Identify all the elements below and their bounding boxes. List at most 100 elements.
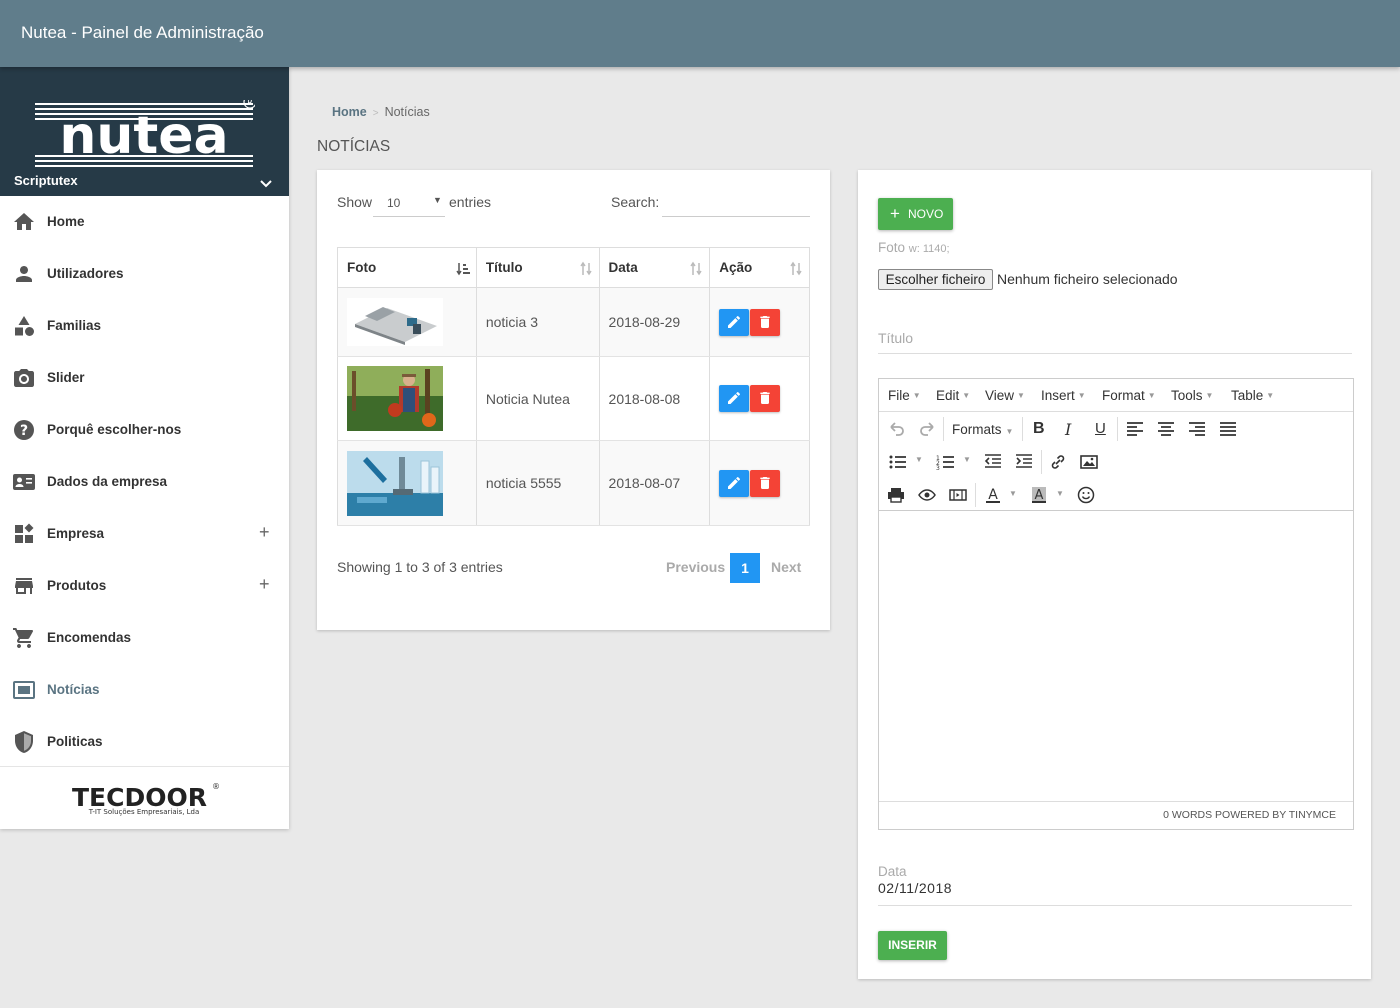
align-center-icon[interactable] <box>1156 419 1176 439</box>
link-icon[interactable] <box>1048 452 1068 472</box>
align-justify-icon[interactable] <box>1218 419 1238 439</box>
pagination-previous[interactable]: Previous <box>666 559 725 575</box>
entries-select[interactable]: 10 ▼ <box>373 192 445 217</box>
cell-data: 2018-08-29 <box>599 287 711 357</box>
numbered-list-dropdown-icon[interactable]: ▼ <box>963 455 971 464</box>
underline-icon[interactable]: U <box>1095 420 1106 437</box>
sidebar-item-dados-empresa[interactable]: Dados da empresa <box>0 456 289 508</box>
bold-icon[interactable]: B <box>1033 420 1045 438</box>
menu-format[interactable]: Format ▼ <box>1102 388 1156 403</box>
print-icon[interactable] <box>886 485 906 505</box>
delete-button[interactable] <box>750 469 781 497</box>
entries-label: entries <box>449 194 492 210</box>
preview-eye-icon[interactable] <box>917 485 937 505</box>
menu-file[interactable]: File ▼ <box>888 388 921 403</box>
contact-card-icon <box>13 474 35 490</box>
sidebar-item-porque[interactable]: ? Porquê escolher-nos <box>0 404 289 456</box>
align-left-icon[interactable] <box>1125 419 1145 439</box>
italic-icon[interactable]: I <box>1065 420 1071 439</box>
inserir-button[interactable]: INSERIR <box>878 931 947 960</box>
shield-icon <box>15 731 33 753</box>
outdent-icon[interactable] <box>983 452 1003 472</box>
camera-icon <box>14 369 34 387</box>
choose-file-button[interactable]: Escolher ficheiro <box>878 269 993 290</box>
rich-text-editor: File ▼ Edit ▼ View ▼ Insert ▼ Format ▼ Tools ▼… <box>878 378 1354 830</box>
data-label: Data <box>878 864 907 879</box>
sort-both-icon <box>690 261 702 276</box>
breadcrumb-home[interactable]: Home <box>332 105 367 119</box>
logo-text: nutea <box>59 106 228 166</box>
cell-data: 2018-08-07 <box>599 440 711 526</box>
column-header-titulo[interactable]: Título <box>476 247 600 288</box>
pagination-page-1[interactable]: 1 <box>730 553 760 583</box>
background-color-icon[interactable]: A <box>1029 485 1049 505</box>
breadcrumb-separator: > <box>372 108 379 119</box>
expand-plus-icon[interactable]: + <box>259 574 270 595</box>
media-icon[interactable] <box>948 485 968 505</box>
edit-button[interactable] <box>719 469 750 497</box>
plus-icon: + <box>890 204 900 223</box>
delete-button[interactable] <box>750 308 781 336</box>
numbered-list-icon[interactable]: 123 <box>936 452 956 472</box>
align-right-icon[interactable] <box>1187 419 1207 439</box>
sidebar-item-produtos[interactable]: Produtos + <box>0 560 289 612</box>
editor-content-area[interactable] <box>879 511 1353 801</box>
delete-button[interactable] <box>750 385 781 412</box>
emoticons-icon[interactable] <box>1076 485 1096 505</box>
page-title: NOTÍCIAS <box>317 138 391 155</box>
sidebar-item-empresa[interactable]: Empresa + <box>0 508 289 560</box>
sidebar-item-politicas[interactable]: Politicas <box>0 716 289 768</box>
redo-icon[interactable] <box>917 419 937 439</box>
menu-edit[interactable]: Edit ▼ <box>936 388 970 403</box>
sort-asc-icon <box>456 263 470 276</box>
novo-button[interactable]: + NOVO <box>878 198 953 230</box>
edit-button[interactable] <box>719 308 750 336</box>
sidebar-item-home[interactable]: Home <box>0 196 289 248</box>
data-underline <box>878 905 1352 906</box>
show-label: Show <box>337 194 373 210</box>
bullet-list-icon[interactable] <box>888 452 908 472</box>
indent-icon[interactable] <box>1014 452 1034 472</box>
trash-icon <box>760 315 770 328</box>
bullet-list-dropdown-icon[interactable]: ▼ <box>915 455 923 464</box>
sidebar-item-utilizadores[interactable]: Utilizadores <box>0 248 289 300</box>
text-color-icon[interactable]: A <box>983 485 1003 505</box>
pagination-next[interactable]: Next <box>771 559 801 575</box>
data-input[interactable]: 02/11/2018 <box>878 880 952 896</box>
sidebar-item-encomendas[interactable]: Encomendas <box>0 612 289 664</box>
foto-hint: w: 1140; <box>908 243 950 255</box>
news-form-card: + NOVO Foto w: 1140; Escolher ficheiro Ne… <box>858 170 1371 979</box>
formats-dropdown[interactable]: Formats ▼ <box>952 422 1013 437</box>
svg-text:A: A <box>1035 488 1044 503</box>
sidebar: nutea R Scriptutex Home Utilizadores Fam… <box>0 67 289 829</box>
cell-acao <box>709 356 810 441</box>
news-thumbnail-image <box>347 450 443 516</box>
chevron-down-icon[interactable] <box>259 177 273 191</box>
menu-insert[interactable]: Insert ▼ <box>1041 388 1086 403</box>
text-color-dropdown-icon[interactable]: ▼ <box>1009 489 1017 498</box>
sort-both-icon <box>790 261 802 276</box>
menu-table[interactable]: Table ▼ <box>1231 388 1274 403</box>
editor-toolbar: Formats ▼ B I U ▼ 123 ▼ A ▼ A ▼ <box>879 412 1353 511</box>
pencil-icon <box>728 391 741 404</box>
background-color-dropdown-icon[interactable]: ▼ <box>1056 489 1064 498</box>
menu-tools[interactable]: Tools ▼ <box>1171 388 1213 403</box>
image-icon[interactable] <box>1079 452 1099 472</box>
sidebar-brand: nutea R Scriptutex <box>0 67 289 196</box>
sidebar-item-label: Notícias <box>47 682 100 697</box>
edit-button[interactable] <box>719 385 750 412</box>
menu-view[interactable]: View ▼ <box>985 388 1025 403</box>
cell-foto <box>337 287 477 357</box>
column-header-foto[interactable]: Foto <box>337 247 477 288</box>
column-header-data[interactable]: Data <box>599 247 711 288</box>
sidebar-item-slider[interactable]: Slider <box>0 352 289 404</box>
undo-icon[interactable] <box>887 419 907 439</box>
svg-text:®: ® <box>212 782 220 791</box>
expand-plus-icon[interactable]: + <box>259 522 270 543</box>
sidebar-item-noticias[interactable]: Notícias <box>0 664 289 716</box>
home-icon <box>14 213 34 230</box>
column-header-acao[interactable]: Ação <box>709 247 810 288</box>
sidebar-item-familias[interactable]: Familias <box>0 300 289 352</box>
titulo-input[interactable]: Título <box>878 330 1352 354</box>
search-input[interactable] <box>662 192 810 217</box>
